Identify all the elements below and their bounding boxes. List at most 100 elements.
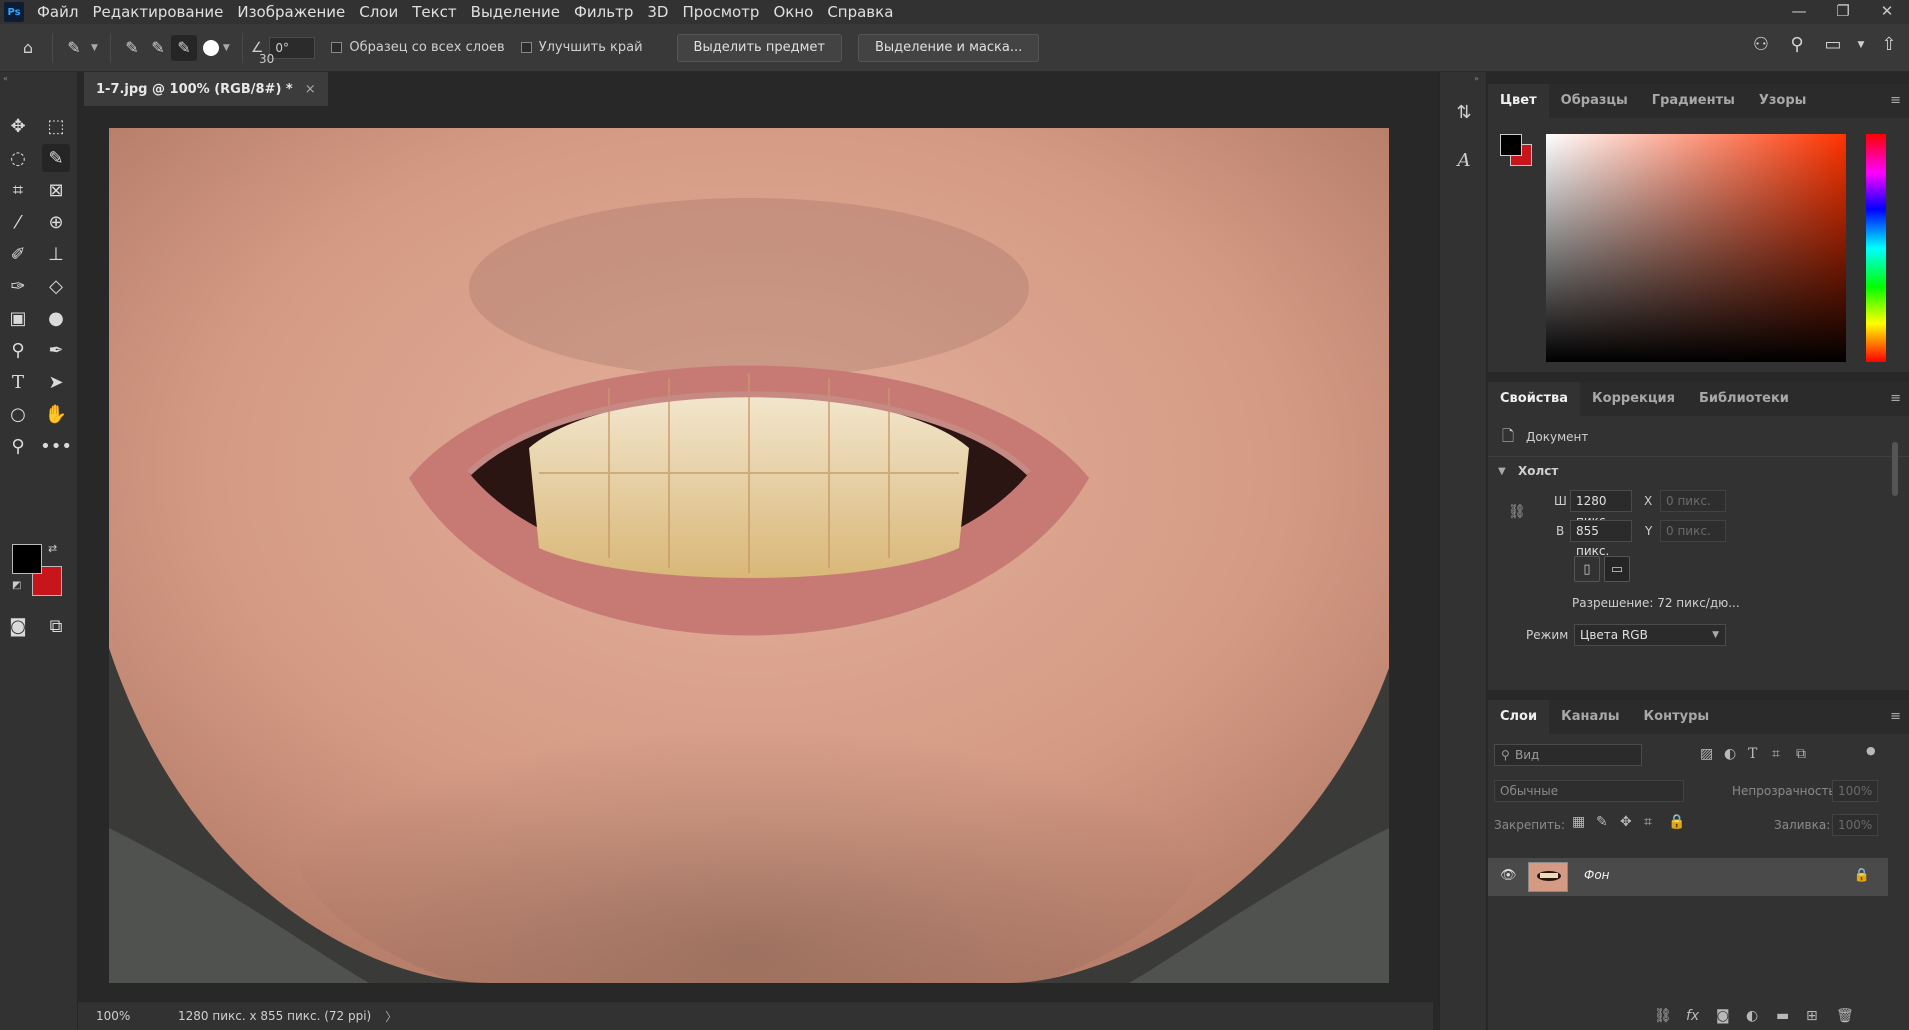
zoom-tool-icon[interactable]: ⚲ (4, 432, 32, 460)
dodge-tool-icon[interactable]: ⚲ (4, 336, 32, 364)
menu-file[interactable]: Файл (30, 0, 85, 24)
link-layers-icon[interactable]: ⛓ (1654, 1008, 1672, 1024)
history-panel-icon[interactable]: ⇅ (1450, 98, 1478, 126)
opacity-field[interactable]: 100% (1832, 780, 1878, 802)
angle-field[interactable]: 0° (269, 36, 316, 59)
brush-tool-icon[interactable]: ✐ (4, 240, 32, 268)
crop-tool-icon[interactable]: ⌗ (4, 176, 32, 204)
default-colors-icon[interactable]: ◩ (12, 580, 21, 591)
color-picker-field[interactable] (1546, 134, 1846, 362)
height-field[interactable]: 855 пикс. (1570, 520, 1632, 558)
share-icon[interactable]: ⇧ (1875, 34, 1903, 55)
add-to-selection-icon[interactable]: ✎ (145, 35, 171, 61)
brush-preview-icon[interactable] (202, 39, 219, 56)
landscape-orientation-icon[interactable]: ▭ (1604, 556, 1630, 582)
panel-menu-icon[interactable]: ≡ (1890, 93, 1901, 108)
checkbox-icon[interactable] (331, 42, 343, 53)
properties-scrollbar[interactable] (1890, 428, 1900, 680)
more-tools-icon[interactable]: ••• (40, 432, 72, 460)
collapse-arrows-icon[interactable]: « (3, 74, 8, 83)
trash-icon[interactable]: 🗑 (1836, 1008, 1854, 1024)
menu-filter[interactable]: Фильтр (567, 0, 640, 24)
width-field[interactable]: 1280 пикс (1570, 490, 1632, 528)
chevron-down-icon[interactable]: ▼ (1855, 40, 1867, 50)
tab-swatches[interactable]: Образцы (1549, 84, 1640, 118)
minimize-button[interactable]: — (1777, 0, 1821, 24)
user-search-icon[interactable]: ⚇ (1747, 34, 1775, 55)
tab-channels[interactable]: Каналы (1549, 700, 1631, 734)
status-menu-arrow-icon[interactable]: 〉 (385, 1008, 397, 1025)
menu-select[interactable]: Выделение (464, 0, 567, 24)
restore-button[interactable]: ❐ (1821, 0, 1865, 24)
healing-brush-tool-icon[interactable]: ⊕ (42, 208, 70, 236)
chevron-down-icon[interactable]: ▼ (91, 43, 98, 53)
menu-type[interactable]: Текст (405, 0, 463, 24)
filter-smart-object-icon[interactable]: ⧉ (1796, 746, 1806, 762)
filter-toggle-icon[interactable]: ● (1866, 744, 1876, 757)
tab-adjustments[interactable]: Коррекция (1580, 382, 1687, 416)
adjustment-layer-icon[interactable]: ◐ (1746, 1008, 1758, 1024)
menu-help[interactable]: Справка (820, 0, 900, 24)
frame-tool-icon[interactable]: ⊠ (42, 176, 70, 204)
layer-filter-select[interactable]: ⚲ Вид (1494, 744, 1642, 766)
menu-3d[interactable]: 3D (640, 0, 675, 24)
menu-view[interactable]: Просмотр (675, 0, 766, 24)
history-brush-tool-icon[interactable]: ✑ (4, 272, 32, 300)
portrait-orientation-icon[interactable]: ▯ (1574, 556, 1600, 582)
character-panel-icon[interactable]: A (1450, 146, 1478, 174)
chevron-down-icon[interactable]: ▼ (1498, 466, 1506, 477)
hand-tool-icon[interactable]: ✋ (42, 400, 70, 428)
document-tab[interactable]: 1-7.jpg @ 100% (RGB/8#) * × (84, 72, 328, 106)
layer-name[interactable]: Фон (1584, 868, 1610, 882)
eyedropper-tool-icon[interactable]: ⁄ (4, 208, 32, 236)
checkbox-icon[interactable] (520, 42, 532, 53)
enhance-edge-checkbox[interactable]: Улучшить край (520, 40, 643, 55)
group-folder-icon[interactable]: ▬ (1776, 1008, 1789, 1024)
scrollbar-thumb[interactable] (1892, 442, 1898, 496)
quick-selection-preset-icon[interactable]: ✎ (61, 35, 87, 61)
blur-tool-icon[interactable]: ● (42, 304, 70, 332)
filter-shape-icon[interactable]: ⌗ (1772, 746, 1780, 762)
search-icon[interactable]: ⚲ (1783, 34, 1811, 55)
link-icon[interactable]: ⛓ (1508, 504, 1526, 520)
select-and-mask-button[interactable]: Выделение и маска... (857, 33, 1040, 62)
gradient-tool-icon[interactable]: ▣ (4, 304, 32, 332)
chevron-down-icon[interactable]: ▼ (1712, 625, 1719, 645)
add-mask-icon[interactable]: ◙ (1716, 1008, 1730, 1024)
eraser-tool-icon[interactable]: ◇ (42, 272, 70, 300)
swap-colors-icon[interactable]: ⇄ (48, 542, 57, 555)
ellipse-tool-icon[interactable]: ○ (4, 400, 32, 428)
color-mode-select[interactable]: Цвета RGB ▼ (1574, 624, 1726, 646)
lock-artboard-icon[interactable]: ⌗ (1644, 814, 1652, 830)
tab-gradients[interactable]: Градиенты (1640, 84, 1747, 118)
document-image[interactable] (109, 128, 1389, 983)
new-layer-icon[interactable]: ⊞ (1806, 1008, 1818, 1024)
foreground-color-chip[interactable] (1500, 134, 1522, 156)
filter-type-icon[interactable]: T (1748, 746, 1757, 762)
menu-layers[interactable]: Слои (352, 0, 405, 24)
sample-all-layers-checkbox[interactable]: Образец со всех слоев (331, 40, 505, 55)
blend-mode-select[interactable]: Обычные (1494, 780, 1684, 802)
new-selection-icon[interactable]: ✎ (119, 35, 145, 61)
fx-icon[interactable]: fx (1686, 1008, 1699, 1024)
chevron-down-icon[interactable]: ▼ (223, 43, 230, 53)
move-tool-icon[interactable]: ✥ (4, 112, 32, 140)
collapse-arrows-icon[interactable]: » (1474, 74, 1479, 83)
hue-slider[interactable] (1866, 134, 1886, 362)
lock-position-icon[interactable]: ✥ (1620, 814, 1632, 830)
filter-pixel-icon[interactable]: ▨ (1700, 746, 1713, 762)
lock-all-icon[interactable]: 🔒 (1668, 814, 1685, 830)
tab-color[interactable]: Цвет (1488, 84, 1549, 118)
menu-image[interactable]: Изображение (230, 0, 352, 24)
lasso-tool-icon[interactable]: ◌ (4, 144, 32, 172)
panel-menu-icon[interactable]: ≡ (1890, 709, 1901, 724)
tab-patterns[interactable]: Узоры (1747, 84, 1819, 118)
quick-mask-icon[interactable]: ◙ (4, 612, 32, 640)
tab-libraries[interactable]: Библиотеки (1687, 382, 1801, 416)
zoom-level[interactable]: 100% (96, 1009, 156, 1023)
stamp-tool-icon[interactable]: ⊥ (42, 240, 70, 268)
home-icon[interactable]: ⌂ (12, 35, 44, 61)
tab-paths[interactable]: Контуры (1632, 700, 1722, 734)
type-tool-icon[interactable]: T (4, 368, 32, 396)
lock-pixels-icon[interactable]: ✎ (1596, 814, 1608, 830)
